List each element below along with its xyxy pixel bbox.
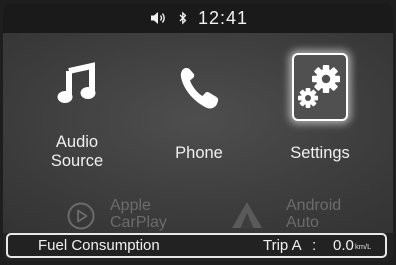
bluetooth-icon [178, 11, 188, 25]
settings-label: Settings [290, 144, 350, 162]
speaker-volume-icon [150, 11, 168, 25]
fuel-consumption-label: Fuel Consumption [38, 237, 160, 254]
phone-label: Phone [175, 144, 223, 162]
infotainment-screen: 12:41 Audio Source Phone Settings Apple … [3, 3, 393, 261]
audio-source-button[interactable]: Audio Source [27, 50, 127, 190]
music-note-icon [54, 60, 100, 111]
phone-handset-icon [177, 64, 221, 117]
trip-separator: : [312, 237, 317, 254]
settings-button[interactable]: Settings [270, 50, 370, 190]
audio-source-label: Audio Source [27, 133, 127, 171]
fuel-consumption-value: 0.0 [333, 237, 354, 254]
phone-button[interactable]: Phone [149, 50, 249, 190]
audio-source-label-line1: Audio Source [50, 133, 104, 170]
trip-label: Trip A [263, 237, 302, 254]
android-auto-label: Android Auto [286, 197, 342, 231]
fuel-consumption-unit: km/L [355, 242, 372, 251]
android-auto-icon [230, 200, 264, 235]
gears-icon [296, 62, 344, 117]
clock-time: 12:41 [197, 7, 249, 28]
apple-carplay-label: Apple CarPlay [110, 197, 167, 231]
fuel-consumption-bar[interactable]: Fuel Consumption Trip A : 0.0 km/L [6, 233, 387, 258]
status-bar: 12:41 [3, 3, 393, 33]
carplay-play-icon [66, 201, 96, 236]
